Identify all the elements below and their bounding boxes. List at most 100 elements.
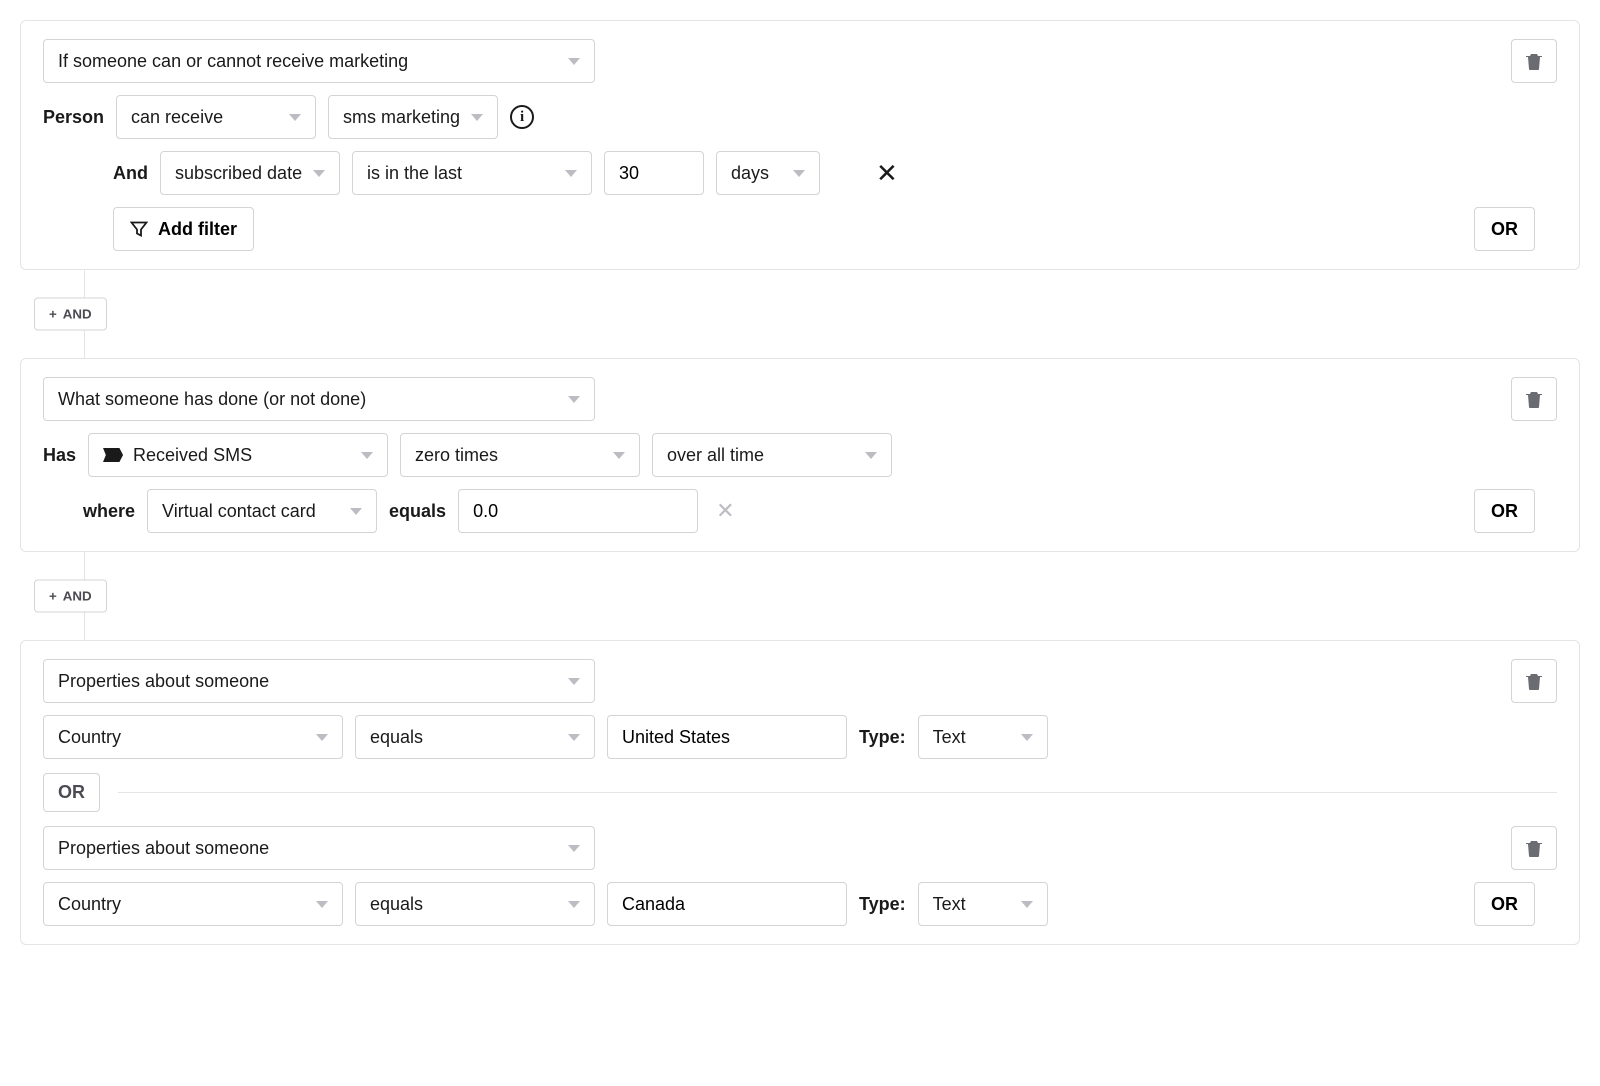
times-label: zero times <box>415 445 498 466</box>
operator-select[interactable]: equals <box>355 882 595 926</box>
or-button[interactable]: OR <box>1474 489 1535 533</box>
can-receive-select[interactable]: can receive <box>116 95 316 139</box>
type-value-label: Text <box>933 894 966 915</box>
chevron-down-icon <box>316 734 328 741</box>
property-select[interactable]: Country <box>43 882 343 926</box>
chevron-down-icon <box>313 170 325 177</box>
trash-icon <box>1526 52 1542 70</box>
channel-select[interactable]: sms marketing <box>328 95 498 139</box>
trash-icon <box>1526 390 1542 408</box>
property-label: Country <box>58 727 121 748</box>
chevron-down-icon <box>865 452 877 459</box>
or-label: OR <box>1491 501 1518 522</box>
chevron-down-icon <box>568 678 580 685</box>
date-operator-label: is in the last <box>367 163 462 184</box>
remove-where-button[interactable]: ✕ <box>710 500 740 522</box>
condition-type-label: Properties about someone <box>58 838 269 859</box>
property-label: Country <box>58 894 121 915</box>
event-select[interactable]: Received SMS <box>88 433 388 477</box>
chevron-down-icon <box>613 452 625 459</box>
chevron-down-icon <box>568 58 580 65</box>
where-property-label: Virtual contact card <box>162 501 316 522</box>
or-label: OR <box>1491 219 1518 240</box>
chevron-down-icon <box>350 508 362 515</box>
add-and-button[interactable]: + AND <box>34 298 107 331</box>
operator-select[interactable]: equals <box>355 715 595 759</box>
channel-label: sms marketing <box>343 107 460 128</box>
or-badge: OR <box>43 773 100 812</box>
delete-block-button[interactable] <box>1511 377 1557 421</box>
and-label: And <box>113 163 148 184</box>
type-select[interactable]: Text <box>918 882 1048 926</box>
or-divider: OR <box>43 773 1557 812</box>
can-receive-label: can receive <box>131 107 223 128</box>
chevron-down-icon <box>568 845 580 852</box>
delete-block-button[interactable] <box>1511 659 1557 703</box>
condition-type-select[interactable]: If someone can or cannot receive marketi… <box>43 39 595 83</box>
add-filter-button[interactable]: Add filter <box>113 207 254 251</box>
timeframe-select[interactable]: over all time <box>652 433 892 477</box>
and-connector: + AND <box>68 552 1580 640</box>
and-label: AND <box>63 589 92 604</box>
or-button[interactable]: OR <box>1474 207 1535 251</box>
chevron-down-icon <box>471 114 483 121</box>
chevron-down-icon <box>565 170 577 177</box>
plus-icon: + <box>49 307 57 322</box>
date-unit-select[interactable]: days <box>716 151 820 195</box>
property-value-input[interactable] <box>607 715 847 759</box>
operator-label: equals <box>370 727 423 748</box>
type-label: Type: <box>859 894 906 915</box>
delete-block-button[interactable] <box>1511 39 1557 83</box>
info-icon[interactable]: i <box>510 105 534 129</box>
where-property-select[interactable]: Virtual contact card <box>147 489 377 533</box>
type-select[interactable]: Text <box>918 715 1048 759</box>
divider-line <box>118 792 1557 793</box>
date-field-label: subscribed date <box>175 163 302 184</box>
condition-block-marketing: If someone can or cannot receive marketi… <box>20 20 1580 270</box>
funnel-icon <box>130 220 148 238</box>
condition-block-properties: Properties about someone Country equals … <box>20 640 1580 945</box>
where-value-input[interactable] <box>458 489 698 533</box>
property-select[interactable]: Country <box>43 715 343 759</box>
chevron-down-icon <box>1021 734 1033 741</box>
type-value-label: Text <box>933 727 966 748</box>
chevron-down-icon <box>568 901 580 908</box>
condition-type-label: Properties about someone <box>58 671 269 692</box>
chevron-down-icon <box>793 170 805 177</box>
property-value-input[interactable] <box>607 882 847 926</box>
has-label: Has <box>43 445 76 466</box>
and-connector: + AND <box>68 270 1580 358</box>
chevron-down-icon <box>361 452 373 459</box>
date-field-select[interactable]: subscribed date <box>160 151 340 195</box>
delete-rule-button[interactable] <box>1511 826 1557 870</box>
condition-type-label: What someone has done (or not done) <box>58 389 366 410</box>
chevron-down-icon <box>1021 901 1033 908</box>
operator-label: equals <box>370 894 423 915</box>
chevron-down-icon <box>568 734 580 741</box>
trash-icon <box>1526 672 1542 690</box>
date-value-input[interactable] <box>604 151 704 195</box>
type-label: Type: <box>859 727 906 748</box>
date-unit-label: days <box>731 163 769 184</box>
or-label: OR <box>1491 894 1518 915</box>
date-operator-select[interactable]: is in the last <box>352 151 592 195</box>
timeframe-label: over all time <box>667 445 764 466</box>
chevron-down-icon <box>289 114 301 121</box>
event-label: Received SMS <box>133 445 252 466</box>
chevron-down-icon <box>568 396 580 403</box>
trash-icon <box>1526 839 1542 857</box>
where-label: where <box>83 501 135 522</box>
tag-icon <box>103 448 123 462</box>
condition-type-select[interactable]: What someone has done (or not done) <box>43 377 595 421</box>
add-and-button[interactable]: + AND <box>34 580 107 613</box>
add-filter-label: Add filter <box>158 219 237 240</box>
condition-type-select[interactable]: Properties about someone <box>43 826 595 870</box>
times-select[interactable]: zero times <box>400 433 640 477</box>
condition-type-label: If someone can or cannot receive marketi… <box>58 51 408 72</box>
remove-filter-button[interactable]: ✕ <box>870 160 904 186</box>
condition-type-select[interactable]: Properties about someone <box>43 659 595 703</box>
plus-icon: + <box>49 589 57 604</box>
person-label: Person <box>43 107 104 128</box>
or-button[interactable]: OR <box>1474 882 1535 926</box>
equals-label: equals <box>389 501 446 522</box>
